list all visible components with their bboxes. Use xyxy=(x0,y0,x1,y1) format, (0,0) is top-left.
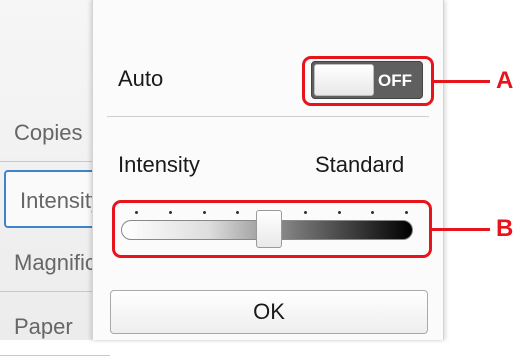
list-item-label: Copies xyxy=(14,120,83,145)
callout-a-line xyxy=(434,80,490,83)
list-item-label: Intensity xyxy=(20,188,102,213)
intensity-popup: Auto OFF Intensity Standard OK xyxy=(92,0,444,340)
callout-b-letter: B xyxy=(496,215,514,242)
callout-b-box xyxy=(112,200,432,258)
ok-button[interactable]: OK xyxy=(110,290,428,334)
divider xyxy=(107,116,429,117)
list-item-label: Paper xyxy=(14,314,73,339)
intensity-value: Standard xyxy=(315,152,405,177)
callout-b-line xyxy=(432,228,490,231)
callout-a-box xyxy=(302,56,434,106)
callout-a-letter: A xyxy=(496,67,514,94)
intensity-label: Intensity xyxy=(118,152,200,177)
auto-label: Auto xyxy=(118,66,164,91)
